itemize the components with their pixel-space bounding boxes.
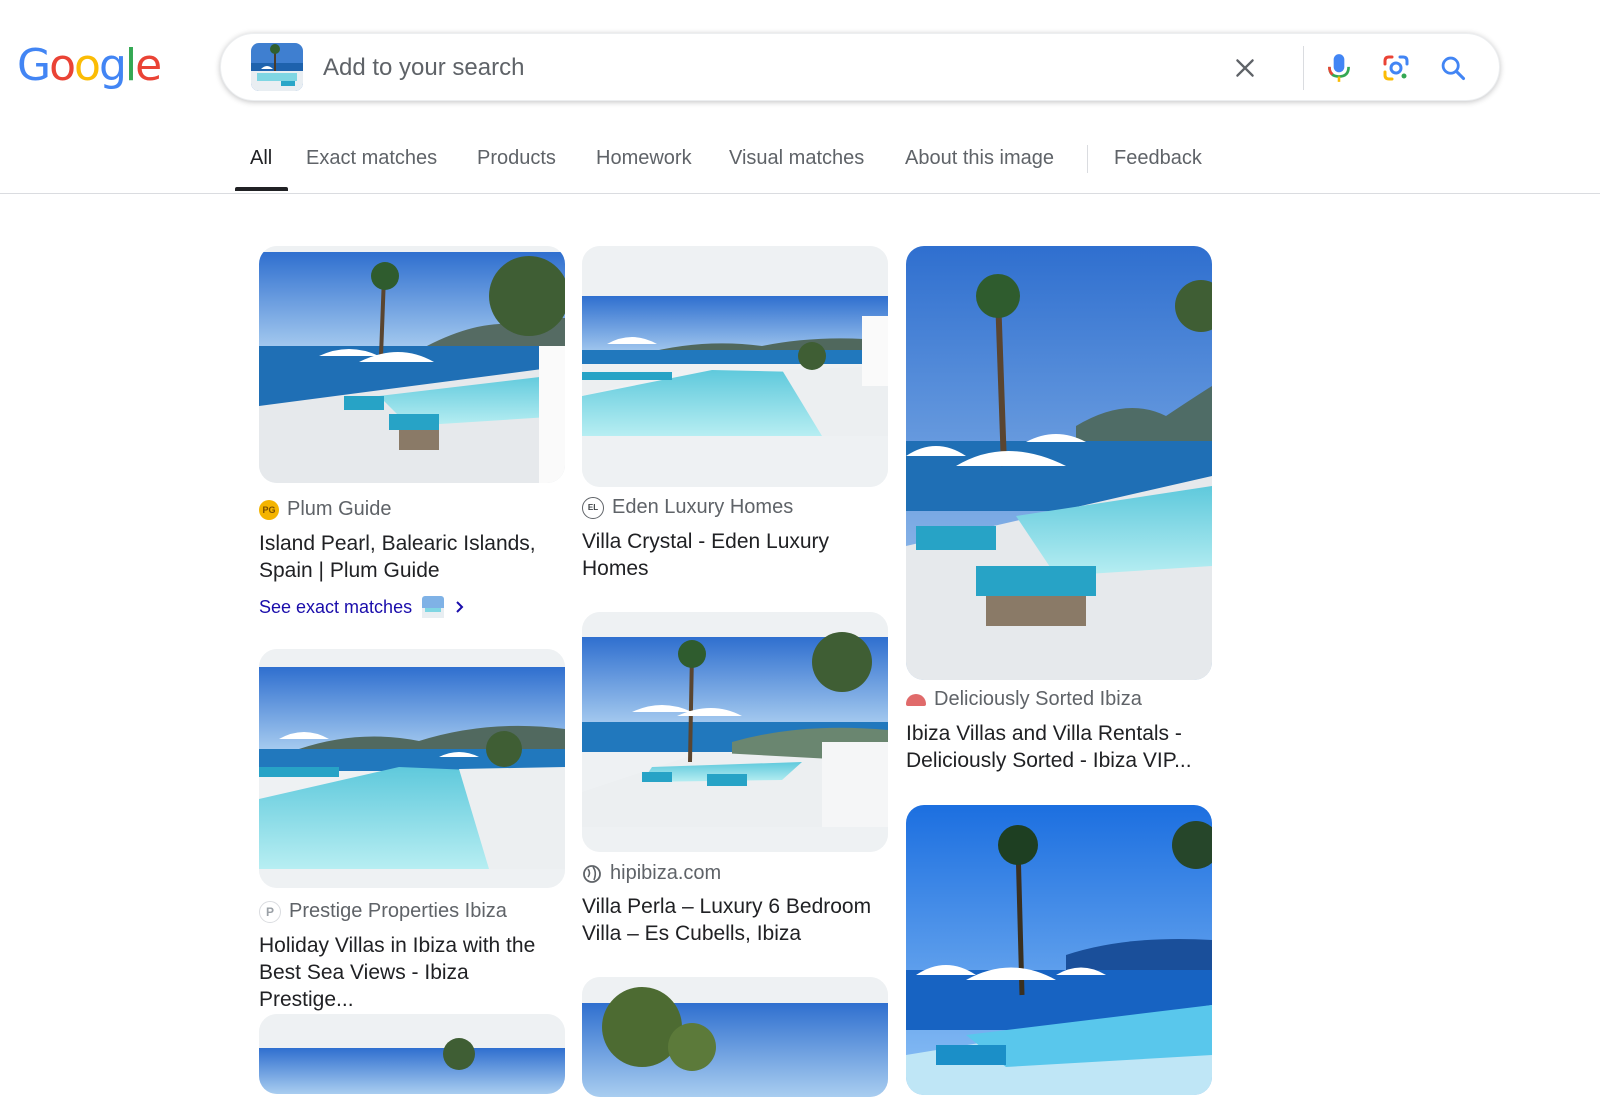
- search-icon: [1441, 56, 1466, 81]
- result-title[interactable]: Villa Crystal - Eden Luxury Homes: [582, 528, 888, 582]
- result-source[interactable]: EL Eden Luxury Homes: [582, 496, 793, 519]
- logo-letter: o: [49, 40, 76, 91]
- source-name: Deliciously Sorted Ibiza: [934, 688, 1142, 710]
- result-source[interactable]: PG Plum Guide: [259, 498, 392, 521]
- source-name: Prestige Properties Ibiza: [289, 900, 507, 922]
- tab-visual-matches[interactable]: Visual matches: [729, 147, 864, 170]
- result-title[interactable]: Island Pearl, Balearic Islands, Spain | …: [259, 530, 565, 584]
- plum-guide-favicon: PG: [259, 499, 279, 520]
- voice-search-button[interactable]: [1319, 48, 1359, 88]
- result-title[interactable]: Ibiza Villas and Villa Rentals - Delicio…: [906, 720, 1212, 774]
- search-tabs: All Exact matches Products Homework Visu…: [0, 135, 1600, 194]
- result-image[interactable]: [582, 612, 888, 852]
- lens-search-button[interactable]: [1376, 48, 1416, 88]
- exact-match-thumbnail-icon: [422, 596, 445, 618]
- result-image[interactable]: [582, 977, 888, 1097]
- logo-letter: g: [98, 40, 127, 91]
- close-icon: [1236, 59, 1254, 77]
- chevron-right-icon: [456, 601, 464, 613]
- feedback-link[interactable]: Feedback: [1114, 147, 1202, 170]
- google-logo[interactable]: Google: [17, 36, 162, 96]
- tab-all[interactable]: All: [250, 147, 272, 170]
- result-image[interactable]: [259, 246, 565, 483]
- result-source[interactable]: P Prestige Properties Ibiza: [259, 900, 507, 923]
- result-source[interactable]: Deliciously Sorted Ibiza: [906, 688, 1142, 711]
- tab-separator: [1087, 145, 1088, 173]
- deliciously-sorted-favicon: [906, 693, 926, 706]
- eden-luxury-homes-favicon: EL: [582, 496, 604, 519]
- source-name: hipibiza.com: [610, 862, 722, 884]
- result-title[interactable]: Holiday Villas in Ibiza with the Best Se…: [259, 932, 565, 1013]
- logo-letter: G: [17, 40, 51, 91]
- tab-homework[interactable]: Homework: [596, 147, 692, 170]
- tab-exact-matches[interactable]: Exact matches: [306, 147, 437, 170]
- result-source[interactable]: hipibiza.com: [582, 862, 721, 885]
- search-bar: [220, 33, 1500, 101]
- search-submit-button[interactable]: [1433, 48, 1473, 88]
- logo-letter: o: [74, 40, 101, 91]
- search-image-thumbnail[interactable]: [251, 43, 303, 91]
- microphone-icon: [1328, 54, 1350, 82]
- tab-about-this-image[interactable]: About this image: [905, 147, 1054, 170]
- active-tab-indicator: [235, 187, 288, 191]
- see-exact-label: See exact matches: [259, 596, 413, 617]
- result-image[interactable]: [906, 805, 1212, 1095]
- source-name: Plum Guide: [287, 498, 392, 520]
- result-image[interactable]: [906, 246, 1212, 680]
- tab-products[interactable]: Products: [477, 147, 556, 170]
- result-image[interactable]: [259, 649, 565, 888]
- search-divider: [1303, 46, 1304, 90]
- search-input[interactable]: [321, 46, 1125, 90]
- result-title[interactable]: Villa Perla – Luxury 6 Bedroom Villa – E…: [582, 893, 888, 947]
- camera-lens-icon: [1383, 55, 1409, 81]
- logo-letter: l: [124, 40, 137, 91]
- result-image[interactable]: [582, 246, 888, 487]
- source-name: Eden Luxury Homes: [612, 496, 794, 518]
- clear-search-button[interactable]: [1225, 48, 1265, 88]
- result-image[interactable]: [259, 1014, 565, 1094]
- globe-icon: [583, 864, 601, 883]
- prestige-properties-favicon: P: [259, 900, 281, 923]
- see-exact-matches-link[interactable]: See exact matches: [259, 596, 466, 618]
- logo-letter: e: [135, 40, 162, 91]
